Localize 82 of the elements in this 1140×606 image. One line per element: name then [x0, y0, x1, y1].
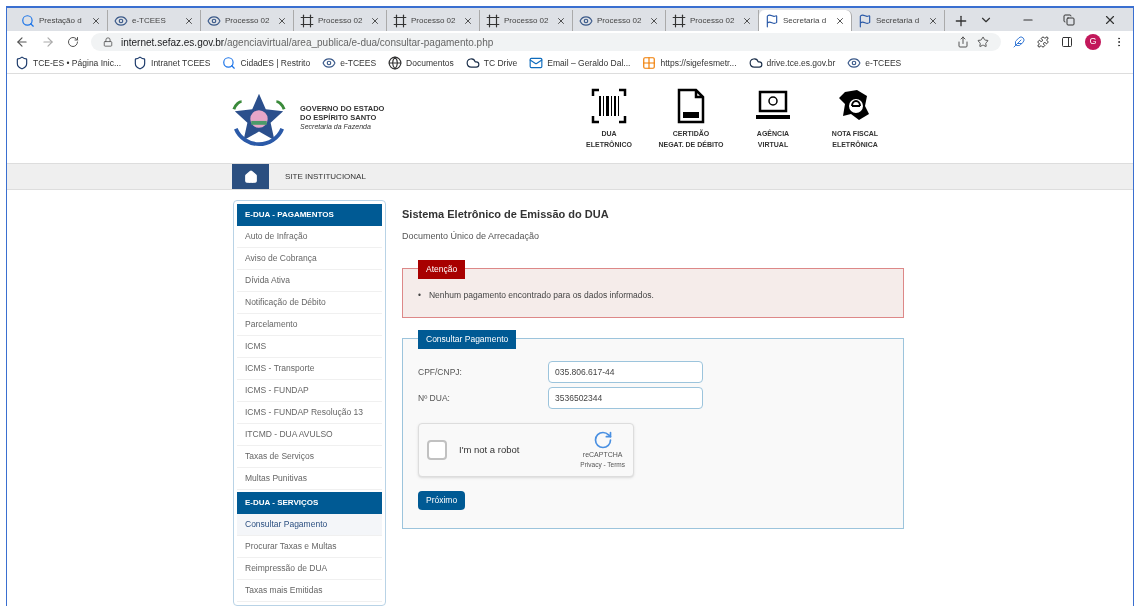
sidebar-item[interactable]: Consultar Pagamento	[237, 514, 382, 536]
feather-icon[interactable]	[1013, 36, 1025, 48]
text-field[interactable]: 3536502344	[548, 387, 703, 409]
profile-avatar[interactable]: G	[1085, 34, 1101, 50]
search-icon	[21, 13, 35, 28]
close-icon[interactable]	[742, 15, 752, 26]
close-icon[interactable]	[1103, 13, 1117, 27]
tab-title: Processo 02	[690, 14, 736, 27]
grid-icon	[642, 56, 657, 70]
close-icon[interactable]	[649, 15, 659, 26]
captcha-checkbox[interactable]	[427, 440, 447, 460]
captcha-label: I'm not a robot	[459, 442, 521, 457]
tab-title: Secretaria d	[876, 14, 921, 27]
eye-icon	[207, 13, 221, 28]
globe-icon	[388, 56, 403, 70]
seal-icon	[133, 56, 147, 70]
field-label: Nº DUA:	[418, 391, 451, 405]
bookmark[interactable]: Intranet TCEES	[133, 56, 211, 70]
sidebar-section-header: E-DUA - PAGAMENTOS	[237, 204, 382, 226]
bullet: •	[418, 289, 421, 302]
close-icon[interactable]	[928, 15, 938, 26]
recaptcha-icon	[592, 429, 613, 450]
cloud-icon	[748, 56, 763, 70]
star-icon[interactable]	[977, 36, 989, 48]
bookmark[interactable]: CidadES | Restrito	[222, 56, 311, 70]
page-title: Sistema Eletrônico de Emissão do DUA	[402, 207, 610, 222]
eye-icon	[322, 56, 337, 70]
bookmark[interactable]: Email – Geraldo Dal...	[529, 56, 631, 70]
tab-title: Processo 02	[318, 14, 364, 27]
field-label: CPF/CNPJ:	[418, 365, 463, 379]
nav-link[interactable]: SITE INSTITUCIONAL	[269, 164, 382, 189]
alert-title: Atenção	[418, 260, 466, 279]
bookmark[interactable]: drive.tce.es.gov.br	[748, 56, 836, 70]
lock-icon	[103, 37, 113, 47]
close-icon[interactable]	[277, 15, 287, 26]
text-field[interactable]: 035.806.617-44	[548, 361, 703, 383]
close-icon[interactable]	[835, 15, 845, 26]
page-subtitle: Documento Único de Arrecadação	[402, 229, 541, 243]
close-icon[interactable]	[463, 15, 473, 26]
close-icon[interactable]	[91, 15, 101, 26]
eye-icon	[114, 13, 128, 28]
mail-icon	[529, 56, 544, 70]
close-icon[interactable]	[370, 15, 380, 26]
side-panel-icon[interactable]	[1061, 36, 1073, 48]
extensions-icon[interactable]	[1037, 36, 1049, 48]
bookmark[interactable]: https://sigefesmetr...	[642, 56, 737, 70]
address-bar[interactable]: internet.sefaz.es.gov.br/agenciavirtual/area_publica/e-dua/consultar-pagamento.php	[91, 33, 1001, 51]
flag-icon	[765, 13, 779, 28]
eye-icon	[847, 56, 862, 70]
reload-icon[interactable]	[67, 36, 79, 48]
close-icon[interactable]	[184, 15, 194, 26]
back-icon[interactable]	[15, 35, 29, 49]
tab-title: Prestação d	[39, 14, 83, 27]
home-icon	[243, 169, 258, 184]
sidebar-section-header: E-DUA - SERVIÇOS	[237, 492, 382, 514]
seal-icon	[15, 56, 29, 70]
tab-title: Processo 02	[504, 14, 550, 27]
browser-tab[interactable]: Secretaria d	[759, 10, 852, 31]
restore-icon[interactable]	[1063, 14, 1075, 26]
barcode-icon	[591, 87, 627, 124]
url-text: internet.sefaz.es.gov.br/agenciavirtual/area_publica/e-dua/consultar-pagamento.php	[121, 35, 494, 50]
tab-title: e-TCEES	[132, 14, 167, 27]
cloud-icon	[465, 56, 480, 70]
close-icon[interactable]	[556, 15, 566, 26]
flag-icon	[858, 13, 872, 28]
bookmark[interactable]: Documentos	[388, 56, 454, 70]
new-tab-icon[interactable]	[953, 13, 969, 29]
tab-title: Processo 02	[411, 14, 457, 27]
form-title: Consultar Pagamento	[418, 330, 517, 349]
bookmark[interactable]: TC Drive	[465, 56, 518, 70]
tab-title: Secretaria d	[783, 14, 828, 27]
eye-icon	[579, 13, 593, 28]
search-icon	[222, 56, 237, 70]
bookmark[interactable]: TCE-ES • Página Inic...	[15, 56, 121, 70]
tab-title: Processo 02	[597, 14, 643, 27]
next-button[interactable]: Próximo	[418, 491, 466, 510]
home-button[interactable]	[232, 164, 269, 189]
bookmark[interactable]: e-TCEES	[847, 56, 902, 70]
bookmark[interactable]: e-TCEES	[322, 56, 377, 70]
share-icon[interactable]	[957, 36, 969, 48]
alert-message-text: Nenhum pagamento encontrado para os dados informados.	[429, 289, 654, 302]
tab-title: Processo 02	[225, 14, 271, 27]
